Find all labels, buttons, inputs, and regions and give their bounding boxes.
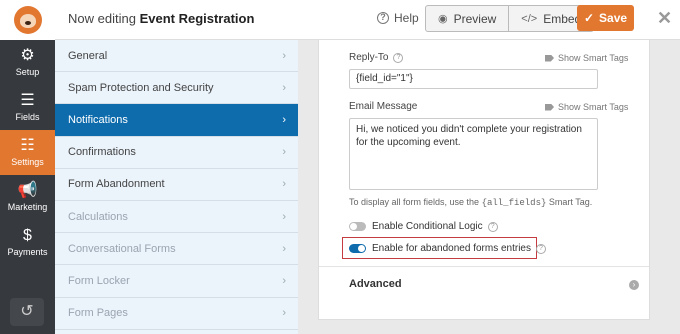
chevron-right-icon: › [282, 178, 286, 191]
save-button[interactable]: ✓ Save [577, 5, 634, 31]
email-message-label: Email Message [349, 101, 417, 112]
reply-to-label: Reply-To? [349, 52, 404, 63]
advanced-label: Advanced [349, 278, 402, 290]
panel-item-calculations[interactable]: Calculations › [55, 201, 298, 234]
chevron-right-icon: › [282, 113, 286, 126]
panel-item-form-locker[interactable]: Form Locker › [55, 265, 298, 298]
email-message-textarea[interactable]: Hi, we noticed you didn't complete your … [349, 118, 598, 190]
eye-icon: ◉ [438, 13, 448, 25]
show-smart-tags-link[interactable]: Show Smart Tags [545, 102, 628, 112]
sidebar-item-payments[interactable]: $ Payments [0, 220, 55, 265]
megaphone-icon: 📢 [17, 182, 38, 199]
conditional-logic-text: Enable Conditional Logic [372, 221, 483, 232]
panel-item-general[interactable]: General › [55, 40, 298, 73]
help-circle-icon[interactable]: ? [487, 221, 498, 232]
help-circle-icon: ? [377, 12, 389, 24]
embed-label: Embed [543, 11, 582, 26]
panel-item-label: Calculations [68, 210, 128, 223]
chevron-right-icon: › [282, 242, 286, 255]
abandoned-entries-text: Enable for abandoned forms entries [372, 243, 531, 254]
panel-item-label: Notifications [68, 113, 128, 126]
panel-item-form-pages[interactable]: Form Pages › [55, 298, 298, 330]
panel-item-label: Spam Protection and Security [68, 81, 214, 94]
email-message-label-text: Email Message [349, 101, 418, 112]
sidebar-label: Fields [15, 112, 40, 122]
panel-item-confirmations[interactable]: Confirmations › [55, 137, 298, 169]
settings-content: Reply-To? Show Smart Tags {field_id="1"}… [298, 40, 680, 334]
top-bar: Now editing Event Registration ? Help ◉ Pr… [0, 0, 680, 40]
code-icon: </> [521, 12, 538, 25]
sidebar-item-setup[interactable]: ⚙ Setup [0, 40, 55, 85]
smart-tags-label: Show Smart Tags [558, 102, 629, 112]
abandoned-entries-toggle[interactable] [349, 244, 366, 253]
sidebar-label: Payments [7, 247, 48, 257]
help-label: Help [394, 11, 419, 25]
hint-prefix: To display all form fields, use the [349, 197, 480, 207]
chevron-right-icon: › [282, 146, 286, 159]
save-label: Save [599, 11, 628, 25]
panel-item-form-abandonment[interactable]: Form Abandonment › [55, 169, 298, 201]
preview-embed-group: ◉ Preview </> Embed [425, 5, 595, 32]
close-icon[interactable]: ✕ [657, 8, 672, 29]
panel-item-label: General [68, 49, 108, 62]
panel-item-label: Confirmations [68, 146, 136, 159]
tag-icon [545, 54, 554, 62]
conditional-logic-label: Enable Conditional Logic? [372, 221, 498, 232]
sidebar-item-settings[interactable]: ☷ Settings [0, 130, 55, 175]
help-circle-icon[interactable]: ? [536, 243, 546, 254]
chevron-right-icon: › [282, 274, 286, 287]
panel-item-label: Form Pages [68, 307, 128, 320]
sidebar-label: Settings [11, 157, 44, 167]
sidebar-item-marketing[interactable]: 📢 Marketing [0, 175, 55, 220]
dollar-icon: $ [23, 227, 32, 244]
gear-icon: ⚙ [20, 47, 35, 64]
abandoned-entries-label: Enable for abandoned forms entries? [372, 243, 546, 254]
conditional-logic-toggle[interactable] [349, 222, 366, 231]
preview-label: Preview [453, 11, 497, 26]
list-icon: ☰ [20, 92, 35, 109]
all-fields-hint: To display all form fields, use the {all… [349, 197, 592, 208]
form-name: Event Registration [139, 11, 255, 26]
builder-sidebar: ⚙ Setup ☰ Fields ☷ Settings 📢 Marketing $ Pay… [0, 40, 55, 334]
chevron-right-icon: › [282, 307, 286, 320]
wpforms-logo [0, 0, 55, 40]
panel-item-notifications[interactable]: Notifications › [55, 104, 298, 137]
chevron-right-icon: › [282, 210, 286, 223]
sidebar-item-fields[interactable]: ☰ Fields [0, 85, 55, 130]
tag-icon [545, 103, 554, 111]
bear-logo-icon [13, 6, 42, 34]
panel-item-label: Form Abandonment [68, 178, 165, 191]
help-circle-icon[interactable]: ? [393, 52, 404, 63]
history-icon[interactable]: ↺ [10, 298, 44, 326]
title-prefix: Now editing [68, 11, 136, 26]
notification-card: Reply-To? Show Smart Tags {field_id="1"}… [318, 40, 650, 320]
chevron-right-icon: › [282, 49, 286, 62]
chevron-right-circle-icon[interactable]: › [629, 280, 639, 290]
hint-suffix: Smart Tag. [548, 197, 593, 207]
check-icon: ✓ [583, 11, 595, 25]
sidebar-label: Marketing [7, 202, 48, 212]
panel-item-label: Form Locker [68, 274, 130, 287]
reply-to-label-text: Reply-To [349, 52, 389, 63]
panel-item-label: Conversational Forms [68, 242, 176, 255]
preview-button[interactable]: ◉ Preview [426, 6, 508, 31]
sidebar-label: Setup [15, 67, 40, 77]
help-button[interactable]: ? Help [377, 11, 419, 25]
panel-item-spam-protection[interactable]: Spam Protection and Security › [55, 72, 298, 105]
reply-to-input[interactable]: {field_id="1"} [349, 69, 598, 89]
page-title: Now editing Event Registration [68, 11, 254, 26]
show-smart-tags-link[interactable]: Show Smart Tags [545, 53, 628, 63]
sliders-icon: ☷ [20, 137, 35, 154]
smart-tags-label: Show Smart Tags [558, 53, 629, 63]
hint-code: {all_fields} [481, 198, 547, 208]
chevron-right-icon: › [282, 81, 286, 94]
panel-item-conversational-forms[interactable]: Conversational Forms › [55, 233, 298, 266]
settings-panel: General › Spam Protection and Security › N… [55, 40, 298, 334]
advanced-section[interactable]: Advanced › [319, 266, 649, 302]
